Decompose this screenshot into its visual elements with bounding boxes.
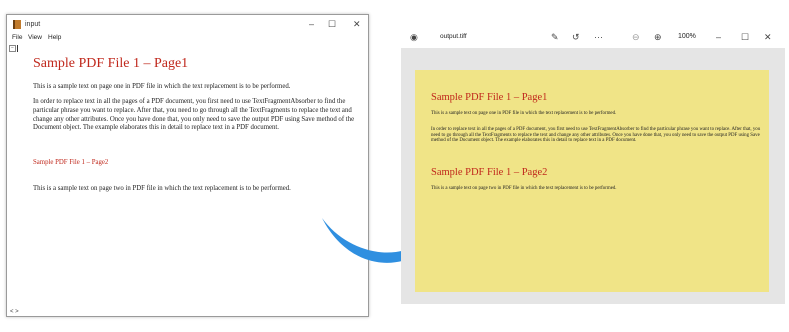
- rotate-icon[interactable]: ↺: [572, 32, 580, 42]
- zoom-level: 100%: [678, 33, 696, 40]
- heading-page1: Sample PDF File 1 – Page1: [33, 56, 189, 71]
- viewer-app-icon: ◉: [410, 32, 418, 42]
- rendered-paragraph-page1-intro: This is a sample text on page one in PDF…: [431, 111, 617, 116]
- window-title: input: [25, 20, 41, 28]
- tiff-image-canvas: Sample PDF File 1 – Page1 This is a samp…: [415, 70, 769, 292]
- heading-page2: Sample PDF File 1 – Page2: [33, 159, 109, 166]
- text-cursor: [17, 45, 18, 52]
- rendered-heading-page2: Sample PDF File 1 – Page2: [431, 167, 548, 178]
- close-button[interactable]: ✕: [353, 18, 361, 30]
- viewer-maximize-button[interactable]: ☐: [741, 32, 749, 42]
- zoom-out-icon[interactable]: ⊖: [632, 32, 640, 42]
- notepad-app-icon: [13, 19, 21, 29]
- paragraph-page1-intro: This is a sample text on page one in PDF…: [33, 83, 291, 90]
- paragraph-page2: This is a sample text on page two in PDF…: [33, 185, 291, 192]
- image-viewer-window: ◉ output.tiff ✎ ↺ ··· ⊖ ⊕ 100% – ☐ ✕ Sam…: [401, 26, 785, 304]
- viewer-filename: output.tiff: [440, 33, 467, 40]
- menu-help[interactable]: Help: [48, 34, 61, 41]
- viewer-close-button[interactable]: ✕: [764, 32, 772, 42]
- horizontal-scroll-arrows[interactable]: < >: [10, 309, 19, 315]
- paragraph-page1-body: In order to replace text in all the page…: [33, 98, 355, 132]
- menu-bar: File View Help: [7, 33, 368, 44]
- menu-view[interactable]: View: [28, 34, 42, 41]
- rendered-paragraph-page2: This is a sample text on page two in PDF…: [431, 186, 617, 191]
- maximize-button[interactable]: ☐: [328, 18, 336, 30]
- menu-file[interactable]: File: [12, 34, 22, 41]
- collapse-toggle-icon[interactable]: −: [9, 45, 16, 52]
- rendered-heading-page1: Sample PDF File 1 – Page1: [431, 92, 548, 103]
- minimize-button[interactable]: –: [309, 18, 314, 30]
- edit-image-icon[interactable]: ✎: [551, 32, 559, 42]
- rendered-paragraph-page1-body: In order to replace text in all the page…: [431, 127, 761, 144]
- zoom-in-icon[interactable]: ⊕: [654, 32, 662, 42]
- more-icon[interactable]: ···: [594, 32, 603, 42]
- viewer-minimize-button[interactable]: –: [716, 32, 721, 42]
- viewer-toolbar: ◉ output.tiff ✎ ↺ ··· ⊖ ⊕ 100% – ☐ ✕: [401, 26, 785, 48]
